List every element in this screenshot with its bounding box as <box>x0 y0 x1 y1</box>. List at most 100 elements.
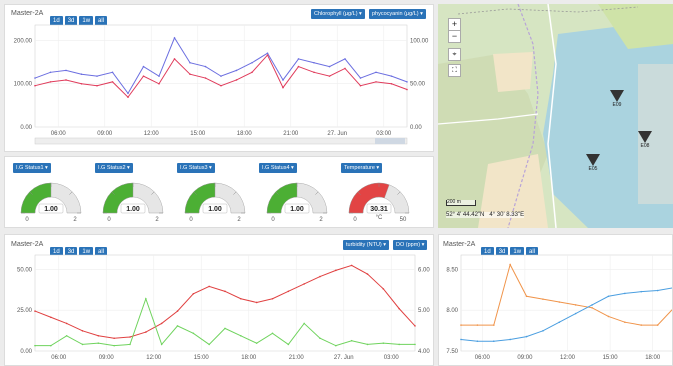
data-point <box>127 92 129 95</box>
data-point <box>97 334 100 337</box>
data-point <box>145 331 147 333</box>
data-point <box>176 310 179 312</box>
data-point <box>640 290 643 293</box>
gauge-4: I.G Status41.0002 <box>257 161 337 227</box>
data-point <box>390 82 393 85</box>
data-point <box>235 79 238 81</box>
sensor-marker-e09[interactable]: E09 <box>610 90 624 108</box>
marker-icon <box>638 131 652 143</box>
data-point <box>414 325 416 327</box>
marker-icon <box>586 154 600 166</box>
data-point <box>34 310 36 312</box>
data-point <box>406 88 408 91</box>
data-point <box>204 77 207 79</box>
data-point <box>319 275 321 278</box>
y-left-tick-label: 200.00 <box>14 38 33 44</box>
map-panel[interactable]: + − ⌖ ⛶ E09 E08 E05 200 m 52° 4' 44.42"N… <box>438 4 673 228</box>
gauge-value: 1.00 <box>126 206 140 213</box>
y-left-tick-label: 8.00 <box>446 308 458 314</box>
data-point <box>509 338 511 341</box>
x-tick-label: 12:00 <box>144 131 160 137</box>
x-tick-label: 21:00 <box>283 131 299 137</box>
data-point <box>359 84 362 87</box>
gauge-min-label: 0 <box>107 217 111 223</box>
x-tick-label: 03:00 <box>384 355 400 361</box>
data-point <box>266 52 269 54</box>
x-tick-label: 18:00 <box>645 355 661 361</box>
data-point <box>344 58 346 60</box>
data-point <box>656 324 659 326</box>
data-point <box>189 61 191 64</box>
data-point <box>574 312 577 315</box>
data-point <box>50 316 52 319</box>
data-point <box>192 293 195 295</box>
gauge-min-label: 0 <box>189 217 193 223</box>
y-left-tick-label: 100.00 <box>14 82 33 88</box>
data-point <box>173 37 176 39</box>
data-point <box>113 337 115 340</box>
data-point <box>624 321 626 323</box>
data-point <box>34 344 36 347</box>
data-point <box>344 67 346 70</box>
data-point <box>460 324 462 326</box>
data-point <box>366 343 369 346</box>
data-point <box>145 297 147 300</box>
y-right-tick-label: 0.00 <box>410 125 422 131</box>
sensor-marker-e08[interactable]: E08 <box>638 131 652 149</box>
data-point <box>375 81 377 83</box>
data-point <box>255 342 258 344</box>
zoom-out-button[interactable]: − <box>448 30 461 43</box>
data-point <box>313 71 315 74</box>
x-tick-label: 27. Jun <box>327 131 347 137</box>
data-point <box>176 325 179 327</box>
data-point <box>65 322 68 325</box>
data-point <box>335 269 337 272</box>
x-tick-label: 12:00 <box>560 355 576 361</box>
y-right-tick-label: 4.00 <box>418 349 430 355</box>
data-point <box>127 96 129 98</box>
gauge-value: 30.31 <box>370 206 388 213</box>
gauge-dial: 1.00 0 2 <box>102 182 164 223</box>
data-point <box>313 61 315 64</box>
locate-icon[interactable]: ⌖ <box>448 48 461 61</box>
gauge-5: Temperature30.31°C050 <box>339 161 419 227</box>
data-point <box>49 81 52 83</box>
bottom-left-chart-panel: Master-2A 1d3d1wall turbidity (NTU) DO (… <box>4 234 434 366</box>
data-point <box>607 295 610 298</box>
gauge-max-label: 2 <box>237 217 241 223</box>
data-point <box>251 71 253 74</box>
fullscreen-icon[interactable]: ⛶ <box>448 64 461 77</box>
data-point <box>81 343 84 346</box>
top-chart-panel: Master-2A 1d3d1wall Chlorophyll (µg/L) p… <box>4 4 434 152</box>
data-point <box>282 79 284 81</box>
data-point <box>414 343 416 346</box>
data-point <box>111 71 114 74</box>
data-point <box>297 58 300 60</box>
map-view[interactable] <box>438 4 673 228</box>
data-point <box>303 283 305 285</box>
gauge-dial: 1.00 0 2 <box>20 182 82 223</box>
y-left-tick-label: 0.00 <box>20 349 32 355</box>
data-point <box>158 75 160 77</box>
data-point <box>287 290 290 293</box>
data-point <box>220 75 222 77</box>
data-point <box>398 343 400 346</box>
data-point <box>129 336 131 338</box>
y-right-tick-label: 6.00 <box>418 267 430 273</box>
y-right-tick-label: 50.00 <box>410 82 426 88</box>
x-tick-label: 03:00 <box>376 131 392 137</box>
data-point <box>525 295 528 298</box>
data-point <box>542 298 544 300</box>
data-point <box>129 343 131 346</box>
x-tick-label: 12:00 <box>146 355 162 361</box>
data-point <box>406 81 408 83</box>
gauge-max-label: 50 <box>400 217 407 223</box>
data-point <box>335 344 337 347</box>
gauge-3: I.G Status31.0002 <box>175 161 255 227</box>
sensor-marker-e05[interactable]: E05 <box>586 154 600 172</box>
data-point <box>328 75 331 77</box>
x-tick-label: 06:00 <box>475 355 491 361</box>
x-tick-label: 06:00 <box>51 355 67 361</box>
gauges-panel: I.G Status11.0002I.G Status21.0002I.G St… <box>4 156 434 228</box>
data-point <box>492 324 495 326</box>
